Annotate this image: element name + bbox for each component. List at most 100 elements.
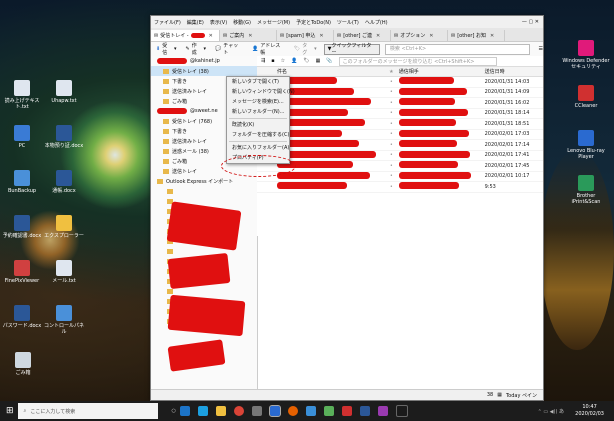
windows-start-icon[interactable]: ⊞ — [6, 406, 14, 416]
close-icon[interactable]: ✕ — [319, 33, 323, 39]
tab[interactable]: ✉ [other] ご連 ✕ — [334, 30, 391, 41]
chrome-icon[interactable] — [233, 406, 244, 416]
desktop-shortcut[interactable]: Lenovo Blu-ray Player — [562, 130, 610, 160]
thread-icon[interactable]: ⇶ — [261, 58, 265, 64]
menu-item[interactable]: 予定とToDo(N) — [296, 19, 331, 26]
desktop-shortcut[interactable]: Windows Defender セキュリティ — [562, 40, 610, 70]
desktop-shortcut[interactable]: BunBackup — [2, 170, 42, 194]
message-row[interactable]: • 2020/01/31 14:03 — [257, 77, 543, 88]
edge-icon[interactable] — [179, 406, 190, 416]
menu-item[interactable]: ヘルプ(H) — [365, 19, 388, 26]
tab[interactable]: ✉ オプション ✕ — [391, 30, 448, 41]
desktop-shortcut[interactable]: FinePixViewer — [2, 260, 42, 284]
today-pane-toggle[interactable]: Today ペイン — [506, 392, 537, 399]
message-row[interactable]: • 2020/01/31 18:51 — [257, 119, 543, 130]
app-icon[interactable] — [323, 406, 334, 416]
star-icon[interactable]: • — [384, 142, 399, 148]
app-icon[interactable] — [359, 406, 370, 416]
close-icon[interactable]: ✕ — [209, 33, 213, 39]
message-row[interactable]: • 2020/02/01 17:14 — [257, 140, 543, 151]
tab[interactable]: ✉ ご案内 ✕ — [220, 30, 277, 41]
correspondent-column-header[interactable]: 通信相手 — [399, 68, 477, 75]
star-icon[interactable]: ☆ — [281, 58, 285, 64]
clock[interactable]: 10:47 2020/02/03 — [575, 404, 604, 418]
star-icon[interactable]: • — [384, 163, 399, 169]
star-icon[interactable]: • — [384, 79, 399, 85]
compose-button[interactable]: ✎ 作成 ▾ — [184, 41, 209, 57]
menu-item[interactable]: メッセージ(M) — [257, 19, 290, 26]
message-row[interactable]: • 2020/02/01 10:17 — [257, 171, 543, 182]
tab[interactable]: ✉ [other] お知 ✕ — [448, 30, 505, 41]
desktop-shortcut[interactable]: 予約確認書.docx — [2, 215, 42, 239]
taskbar-search-input[interactable]: ⌕ ここに入力して検索 — [17, 403, 158, 419]
subject-column-header[interactable]: 件名 — [257, 68, 384, 75]
star-icon[interactable]: • — [384, 110, 399, 116]
ie-icon[interactable] — [197, 406, 208, 416]
context-menu-item[interactable]: 新しいウィンドウで開く(N) — [227, 87, 295, 97]
desktop-shortcut[interactable]: 通帳.docx — [44, 170, 84, 194]
unread-icon[interactable]: ▪ — [271, 58, 274, 64]
menu-item[interactable]: 編集(E) — [187, 19, 204, 26]
message-row[interactable]: • 2020/02/01 17:45 — [257, 161, 543, 172]
star-icon[interactable]: • — [384, 100, 399, 106]
app-icon[interactable] — [377, 406, 388, 416]
desktop-shortcut[interactable]: メール.txt — [44, 260, 84, 284]
context-menu-item[interactable]: メッセージを検索(E)... — [227, 97, 289, 107]
message-row[interactable]: • 2020/01/31 16:02 — [257, 98, 543, 109]
menu-item[interactable]: 移動(G) — [233, 19, 251, 26]
task-view-icon[interactable]: ○ — [172, 408, 176, 414]
app-icon[interactable] — [305, 406, 316, 416]
context-menu-item[interactable]: フォルダーを圧縮する(C) — [227, 130, 289, 140]
menu-item[interactable]: ファイル(F) — [154, 19, 181, 26]
desktop-shortcut[interactable]: パスワード.docx — [2, 305, 42, 329]
context-menu-item[interactable]: 新しいタブで開く(T) — [227, 77, 289, 87]
tag-button[interactable]: 🏷 タグ ▾ — [292, 41, 319, 57]
desktop-shortcut[interactable]: PC — [2, 125, 42, 149]
star-icon[interactable]: • — [384, 152, 399, 158]
menu-item[interactable]: 表示(V) — [210, 19, 227, 26]
menu-item[interactable]: ツール(T) — [337, 19, 359, 26]
firefox-icon[interactable] — [287, 406, 298, 416]
tab[interactable]: ✉ 受信トレイ - ✕ — [151, 30, 220, 41]
desktop-shortcut[interactable]: 本物預り証.docx — [44, 125, 84, 149]
folder-item[interactable] — [151, 196, 257, 206]
desktop-shortcut[interactable]: CCleaner — [562, 85, 610, 109]
address-book-button[interactable]: 👤 アドレス帳 — [250, 41, 287, 57]
thunderbird-icon[interactable] — [268, 405, 281, 417]
star-icon[interactable]: • — [384, 121, 399, 127]
desktop-shortcut[interactable]: 読み上げテキスト.txt — [2, 80, 42, 110]
context-menu-item[interactable]: 既読化(K) — [227, 120, 289, 130]
message-row[interactable]: • 2020/02/01 17:03 — [257, 129, 543, 140]
message-row[interactable]: • 9:53 — [257, 182, 543, 193]
global-search-input[interactable]: 検索 <Ctrl+K> — [384, 43, 530, 55]
desktop-shortcut[interactable]: Brother iPrint&Scan — [562, 175, 610, 205]
tab[interactable]: ✉ [spam] 申込 ✕ — [277, 30, 334, 41]
close-icon[interactable]: ✕ — [429, 33, 433, 39]
star-icon[interactable]: • — [384, 89, 399, 95]
contact-icon[interactable]: 👤 — [291, 58, 297, 64]
context-menu-item[interactable]: 新しいフォルダー(N)... — [227, 107, 289, 117]
chat-button[interactable]: 💬 チャット — [213, 41, 245, 57]
star-column-header[interactable]: ★ — [384, 69, 399, 75]
list-filter-input[interactable]: このフォルダーのメッセージを絞り込む <Ctrl+Shift+K> — [338, 56, 497, 66]
message-row[interactable]: • 2020/01/31 14:09 — [257, 87, 543, 98]
desktop-shortcut[interactable]: Uhapw.txt — [44, 80, 84, 104]
window-controls[interactable]: — ▢ ✕ — [522, 19, 539, 25]
folder-item[interactable]: Outlook Express インポート — [151, 176, 257, 186]
desktop-shortcut[interactable]: コントロールパネル — [44, 305, 84, 335]
menu-icon[interactable]: ☰ — [539, 46, 543, 52]
tag-icon[interactable]: 🏷 — [303, 58, 309, 64]
star-icon[interactable]: • — [384, 184, 399, 190]
calendar-icon[interactable]: ▦ — [316, 58, 321, 64]
recycle-bin-icon[interactable]: ごみ箱 — [3, 352, 43, 376]
app-icon[interactable] — [341, 406, 352, 416]
folder-item[interactable]: 受信トレイ (38) — [151, 66, 257, 76]
folder-item[interactable] — [151, 186, 257, 196]
attach-icon[interactable]: 📎 — [326, 58, 332, 64]
star-icon[interactable]: • — [384, 131, 399, 137]
tray-icons[interactable]: ⌃ ▭ ◀)) あ — [538, 408, 564, 415]
desktop-shortcut[interactable]: エクスプローラー — [44, 215, 84, 239]
close-icon[interactable]: ✕ — [248, 33, 252, 39]
star-icon[interactable]: • — [384, 173, 399, 179]
close-icon[interactable]: ✕ — [490, 33, 494, 39]
